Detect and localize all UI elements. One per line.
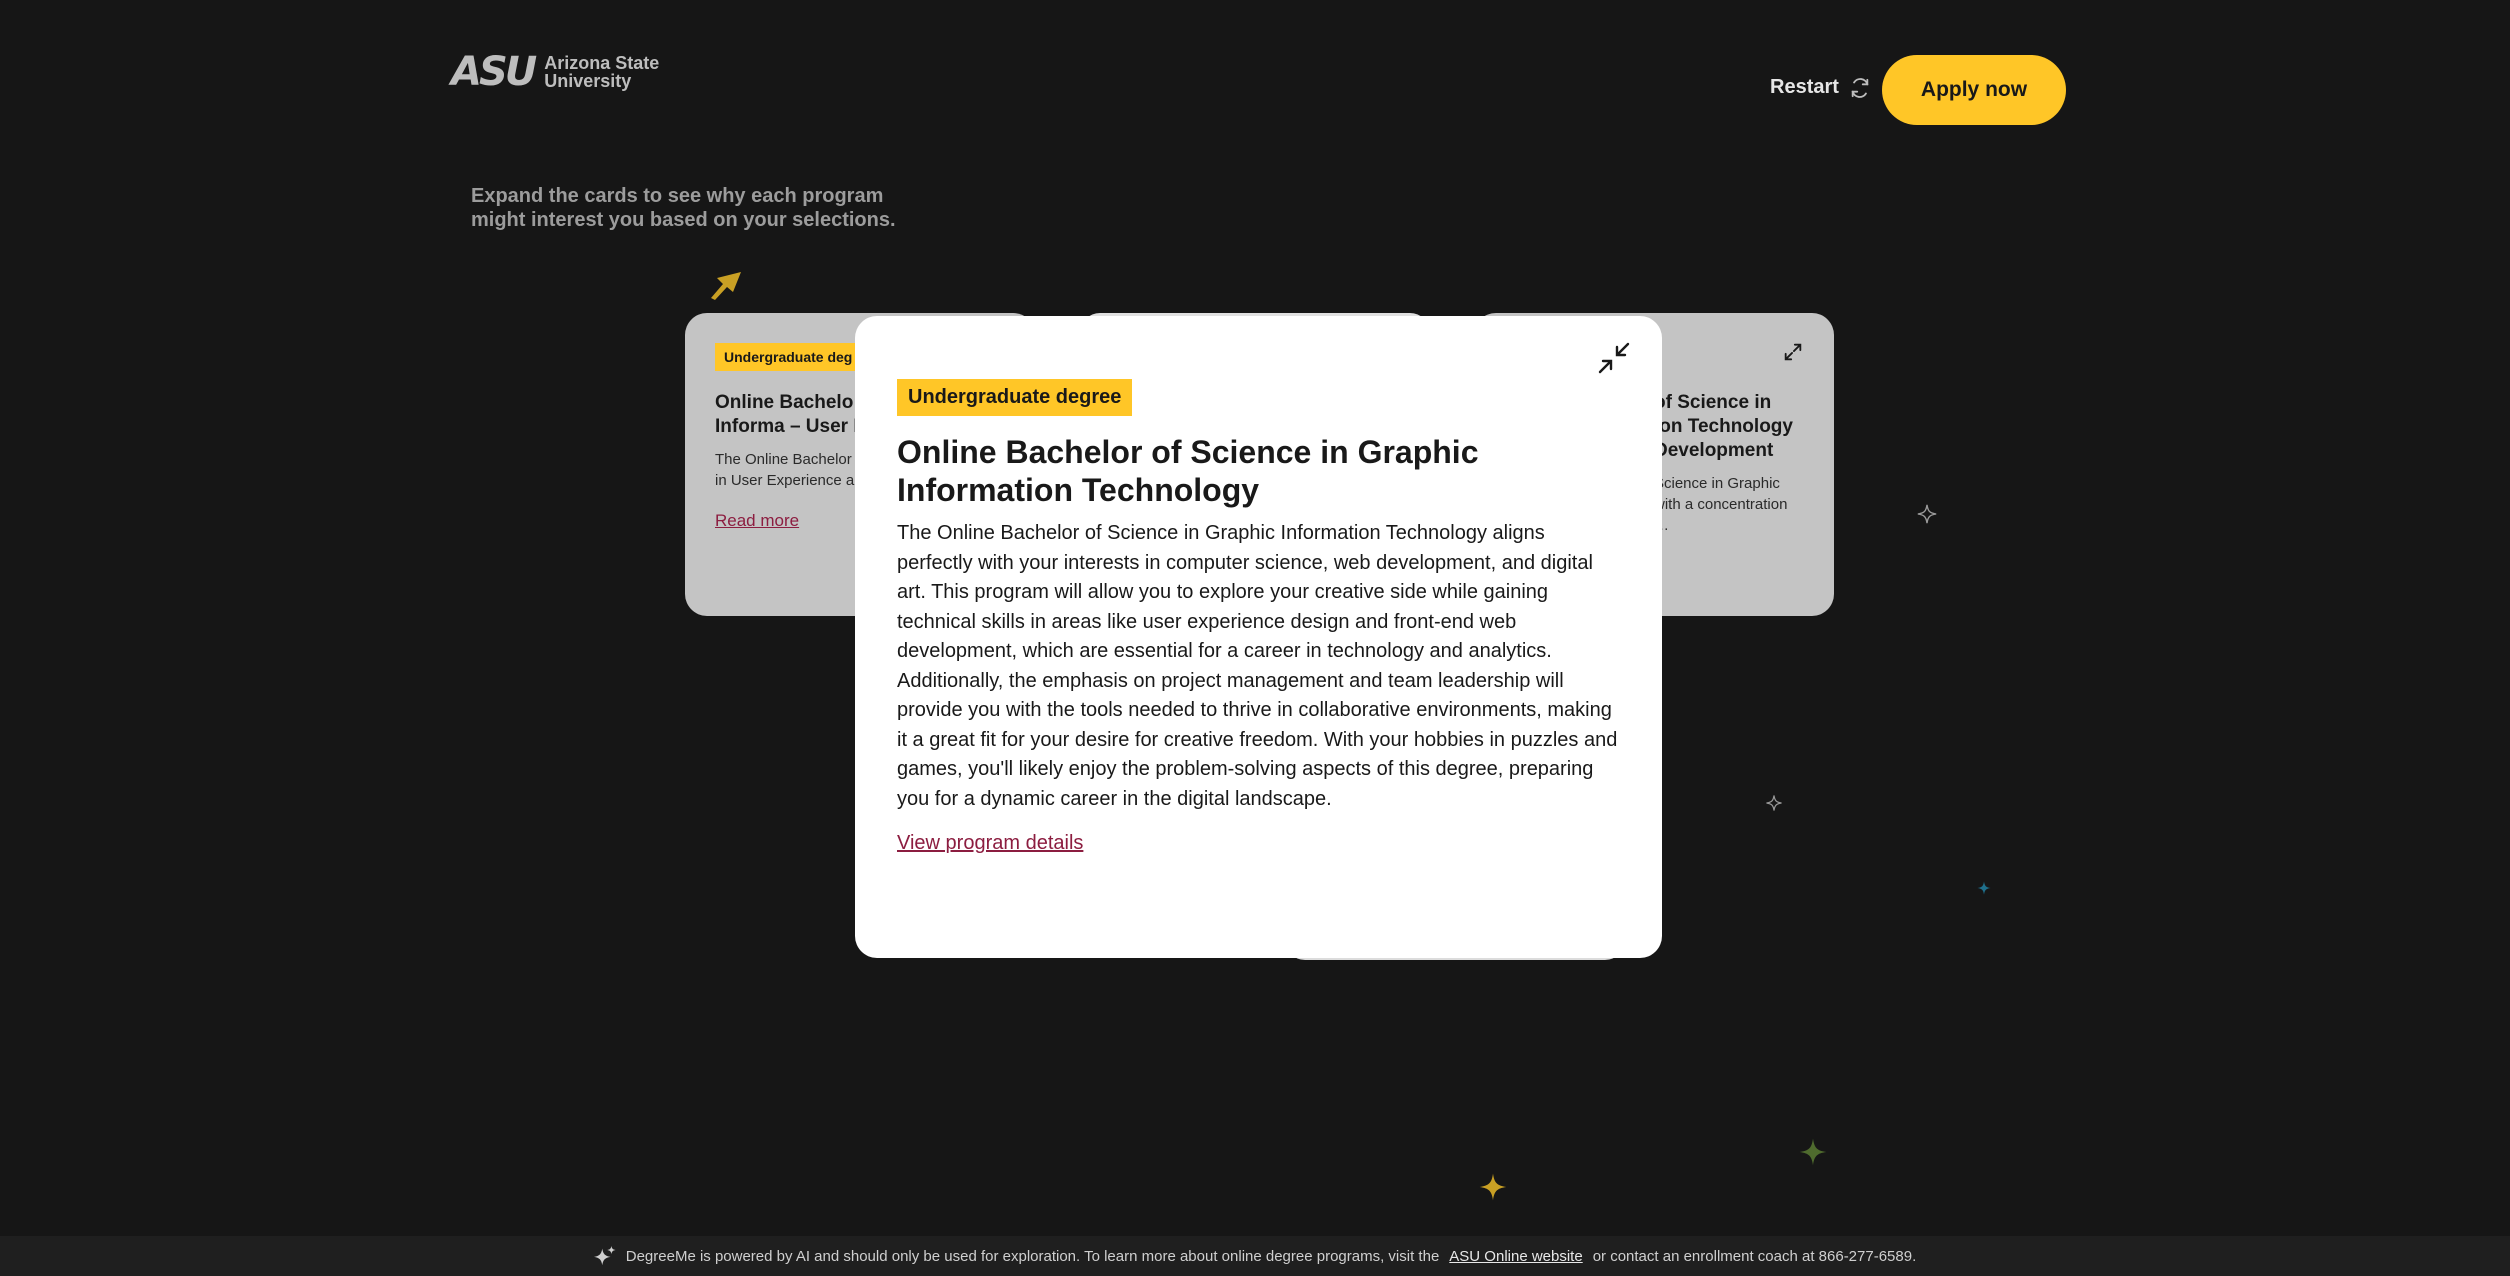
card-title: of Science in ion Technology Development xyxy=(1654,392,1793,461)
footer-text-before: DegreeMe is powered by AI and should onl… xyxy=(625,1247,1440,1265)
apply-now-button[interactable]: Apply now xyxy=(1882,55,2066,125)
asu-logo-name: Arizona State University xyxy=(544,54,659,90)
degree-badge: Undergraduate degree xyxy=(897,379,1133,416)
expand-icon[interactable] xyxy=(1782,341,1804,363)
footer-text-after: or contact an enrollment coach at 866-27… xyxy=(1592,1247,1917,1265)
view-program-details-link[interactable]: View program details xyxy=(897,832,1083,855)
modal-title: Online Bachelor of Science in Graphic In… xyxy=(897,434,1479,508)
refresh-icon xyxy=(1851,77,1869,98)
sparkle-icon xyxy=(1479,1173,1507,1201)
collapse-icon[interactable] xyxy=(1596,340,1632,376)
asu-online-website-link[interactable]: ASU Online website xyxy=(1449,1248,1582,1265)
asu-logo-mark: ASU xyxy=(451,49,537,95)
read-more-link[interactable]: Read more xyxy=(715,511,799,531)
program-detail-modal: Undergraduate degree Online Bachelor of … xyxy=(855,316,1662,958)
asu-logo[interactable]: ASU Arizona State University xyxy=(451,52,659,92)
restart-label: Restart xyxy=(1770,76,1839,98)
ai-disclaimer-footer: DegreeMe is powered by AI and should onl… xyxy=(0,1236,2510,1276)
sparkle-icon xyxy=(1766,795,1782,811)
logo-name-line2: University xyxy=(544,71,632,91)
restart-button[interactable]: Restart xyxy=(1770,76,1871,99)
intro-text: Expand the cards to see why each program… xyxy=(471,185,896,231)
sparkle-icon xyxy=(1799,1138,1827,1166)
logo-name-line1: Arizona State xyxy=(544,53,660,73)
sparkle-icon xyxy=(1977,881,1991,895)
arrow-pointer-icon xyxy=(711,272,741,300)
sparkle-icon xyxy=(1917,504,1937,524)
ai-sparkle-icon xyxy=(593,1245,616,1266)
modal-description: The Online Bachelor of Science in Graphi… xyxy=(897,522,1618,810)
card-excerpt: Science in Graphic with a concentration … xyxy=(1654,475,1788,534)
degree-badge: Undergraduate deg xyxy=(715,343,862,371)
